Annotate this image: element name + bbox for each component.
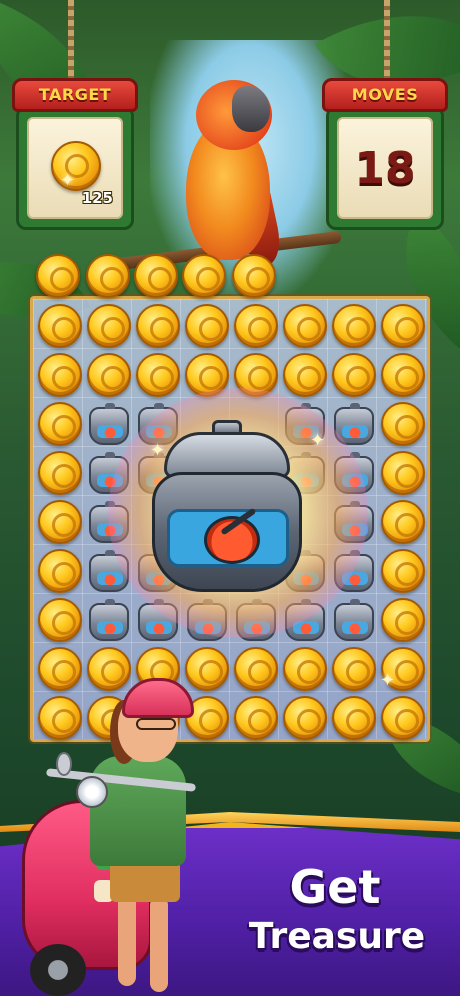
coin-icon[interactable] (283, 353, 327, 397)
coin-icon[interactable] (185, 647, 229, 691)
coin-icon[interactable] (134, 254, 178, 298)
coin-icon[interactable] (136, 304, 180, 348)
glasses-icon (136, 718, 176, 730)
coin-icon[interactable] (38, 500, 82, 544)
moves-display: 18 (337, 117, 433, 219)
rope (68, 0, 74, 80)
coin-icon[interactable] (232, 254, 276, 298)
character-jacket (90, 756, 186, 866)
scooter-headlight (76, 776, 108, 808)
scooter-wheel (30, 944, 86, 996)
coin-icon[interactable] (36, 254, 80, 298)
target-label: TARGET (12, 78, 138, 112)
coin-icon[interactable] (38, 353, 82, 397)
coin-icon[interactable] (381, 402, 425, 446)
pressure-cooker-icon[interactable] (334, 599, 374, 641)
coin-icon[interactable] (87, 647, 131, 691)
target-frame: 125 (16, 106, 134, 230)
coin-icon[interactable] (38, 402, 82, 446)
coin-icon[interactable] (381, 696, 425, 740)
coin-icon[interactable] (283, 696, 327, 740)
coin-icon[interactable] (332, 647, 376, 691)
coin-icon[interactable] (381, 451, 425, 495)
coin-icon[interactable] (234, 696, 278, 740)
coin-icon[interactable] (283, 304, 327, 348)
cta-title-line2: Treasure (248, 916, 426, 957)
sparkle-icon: ✦ (60, 170, 76, 191)
coin-icon[interactable] (283, 647, 327, 691)
cooker-label (167, 507, 289, 567)
target-count: 125 (81, 189, 113, 207)
sparkle-icon: ✦ (310, 430, 326, 451)
coin-icon[interactable] (38, 647, 82, 691)
coin-icon[interactable] (381, 549, 425, 593)
cooker-body (152, 472, 302, 592)
coin-icon[interactable] (381, 598, 425, 642)
coin-icon[interactable] (38, 598, 82, 642)
sparkle-icon: ✦ (150, 440, 166, 461)
pressure-cooker-icon[interactable] (89, 599, 129, 641)
coin-icon[interactable] (87, 353, 131, 397)
coin-icon[interactable] (38, 451, 82, 495)
coin-icon[interactable] (332, 353, 376, 397)
coin-icon[interactable] (234, 304, 278, 348)
coin-icon (51, 141, 101, 191)
parrot-beak (232, 86, 270, 132)
scooter-mirror (56, 752, 72, 776)
coin-icon[interactable] (136, 353, 180, 397)
rope (384, 0, 390, 80)
coin-icon[interactable] (381, 500, 425, 544)
coin-icon[interactable] (38, 549, 82, 593)
coin-icon[interactable] (38, 696, 82, 740)
coin-icon[interactable] (185, 304, 229, 348)
cta-title-line1: Get (289, 860, 381, 914)
sparkle-icon: ✦ (380, 670, 396, 691)
moves-count: 18 (354, 142, 416, 194)
coin-icon[interactable] (381, 304, 425, 348)
target-panel: TARGET 125 (12, 78, 138, 232)
coin-icon[interactable] (182, 254, 226, 298)
pressure-cooker-icon[interactable] (152, 420, 302, 592)
coin-icon[interactable] (86, 254, 130, 298)
coin-icon[interactable] (87, 304, 131, 348)
coin-icon[interactable] (332, 696, 376, 740)
moves-label: MOVES (322, 78, 448, 112)
coin-icon[interactable] (381, 353, 425, 397)
coin-icon[interactable] (38, 304, 82, 348)
target-display: 125 (27, 117, 123, 219)
character-leg (118, 890, 136, 986)
coin-icon[interactable] (332, 304, 376, 348)
coin-icon[interactable] (234, 647, 278, 691)
pressure-cooker-icon[interactable] (89, 403, 129, 445)
moves-frame: 18 (326, 106, 444, 230)
character-leg (150, 896, 168, 992)
moves-panel: MOVES 18 (322, 78, 448, 232)
